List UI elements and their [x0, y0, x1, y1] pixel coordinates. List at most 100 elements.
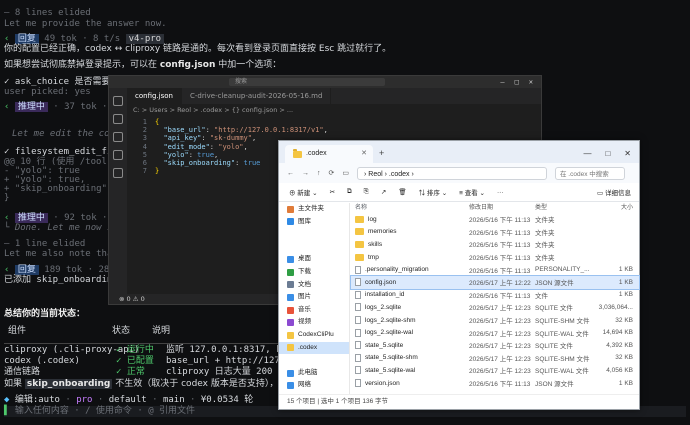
sidebar-item[interactable]: 图片 [279, 291, 349, 304]
sidebar-item[interactable]: 视频 [279, 316, 349, 329]
col-date[interactable]: 修改日期 [469, 203, 535, 213]
file-icon [355, 278, 361, 287]
line-number: 1 [142, 118, 147, 126]
file-row[interactable]: installation_id 2026/5/16 下午 11:13 文件 1 KB [351, 289, 639, 302]
reply-tag: 回复 [14, 34, 39, 44]
sidebar-item[interactable]: 桌面 [279, 253, 349, 266]
explorer-tab[interactable]: .codex ✕ [285, 145, 373, 163]
cell: ✓ 运行中 [116, 345, 154, 355]
sidebar-item[interactable]: 图库 [279, 216, 349, 229]
back-icon[interactable]: ← [287, 170, 294, 177]
file-row[interactable]: state_5.sqlite-wal 2026/5/17 上午 12:23 SQLI… [351, 364, 639, 377]
footnote-b: 不生效（取决于 codex 版本是否支持），老办法 [115, 379, 306, 389]
paste-icon[interactable]: ⎘ [364, 188, 369, 196]
sidebar-item[interactable]: 音乐 [279, 304, 349, 317]
sidebar-item[interactable]: 此电脑 [279, 367, 349, 380]
minimize-icon[interactable]: — [500, 78, 504, 86]
close-icon[interactable]: ✕ [529, 78, 533, 86]
file-name: state_5.sqlite-shm [351, 353, 469, 362]
col-type[interactable]: 类型 [535, 203, 597, 213]
copy-icon[interactable]: ⧉ [347, 188, 352, 196]
share-icon[interactable]: ↗ [381, 188, 386, 196]
file-type: SQLITE-WAL 文件 [535, 368, 589, 376]
new-tab-icon[interactable]: + [379, 148, 384, 163]
more-button[interactable]: ··· [497, 189, 504, 196]
tab-config-json[interactable]: config.json [127, 88, 182, 104]
file-row[interactable]: logs_2.sqlite 2026/5/17 上午 12:23 SQLITE 文件… [351, 301, 639, 314]
pc-icon[interactable]: ▭ [342, 169, 349, 177]
sidebar-item[interactable]: CodexCliPlu [279, 329, 349, 342]
col-name[interactable]: 名称 [351, 203, 469, 213]
mode: 编辑:auto [14, 395, 60, 405]
file-row[interactable]: skills 2026/5/16 下午 11:13 文件夹 [351, 238, 639, 251]
file-row[interactable]: tmp 2026/5/16 下午 11:13 文件夹 [351, 251, 639, 264]
sidebar-icon [287, 256, 294, 264]
file-type: 文件夹 [535, 255, 555, 263]
input-placeholder[interactable]: 输入任何内容 · / 使用命令 · @ 引用文件 [15, 406, 195, 416]
extensions-icon[interactable] [113, 168, 123, 178]
sidebar-icon [287, 205, 294, 213]
breadcrumb[interactable]: C: > Users > Reol > .codex > {} config.j… [133, 106, 293, 114]
file-name-text: memories [368, 228, 397, 236]
sort-button[interactable]: ⇅ 排序 ⌄ [419, 187, 448, 197]
explorer-tabbar: .codex ✕ + — □ ✕ [279, 141, 639, 163]
file-row[interactable]: state_5.sqlite 2026/5/17 上午 12:23 SQLITE 文… [351, 339, 639, 352]
summary-title: 总结你的当前状态： [4, 309, 86, 319]
file-row[interactable]: logs_2.sqlite-wal 2026/5/17 上午 12:23 SQLIT… [351, 326, 639, 339]
file-explorer-window[interactable]: .codex ✕ + — □ ✕ ← → ↑ ⟳ ▭ › Reol › .code… [278, 140, 640, 410]
run-icon[interactable] [113, 150, 123, 160]
tab-cleanup-md[interactable]: C-drive-cleanup-audit-2026-05-16.md [182, 88, 332, 104]
json-key: "api_key" [163, 134, 202, 143]
think2-tag: 推理中 [14, 213, 48, 223]
maximize-icon[interactable]: □ [605, 149, 610, 158]
column-headers: 名称 修改日期 类型 大小 [351, 203, 639, 213]
path-field[interactable]: › Reol › .codex › [357, 166, 547, 180]
line-number: 6 [142, 159, 147, 168]
json-value: "yolo" [218, 142, 244, 151]
view-button[interactable]: ≡ 查看 ⌄ [459, 187, 485, 197]
forward-icon[interactable]: → [302, 170, 309, 177]
file-row[interactable]: config.json 2026/5/17 上午 12:22 JSON 源文件 1 K… [350, 275, 640, 290]
json-key: "yolo" [163, 150, 189, 159]
sidebar-item[interactable]: .codex [279, 341, 349, 355]
details-button[interactable]: ▭ 详细信息 [597, 187, 639, 197]
sidebar-item [279, 241, 349, 254]
vscode-search[interactable]: 搜索 [229, 78, 385, 86]
maximize-icon[interactable]: □ [515, 78, 519, 86]
file-type: 文件 [535, 292, 548, 300]
sidebar-item[interactable]: 文档 [279, 279, 349, 292]
sidebar-item-label: 桌面 [298, 255, 311, 263]
sidebar-item[interactable]: 主文件夹 [279, 203, 349, 216]
file-row[interactable]: .personality_migration 2026/5/16 下午 11:13… [351, 263, 639, 276]
source-control-icon[interactable] [113, 132, 123, 142]
sidebar-item[interactable]: 网络 [279, 379, 349, 392]
refresh-icon[interactable]: ⟳ [329, 169, 335, 177]
file-name: memories [351, 228, 469, 236]
folder-icon [355, 253, 364, 261]
file-row[interactable]: version.json 2026/5/16 下午 11:13 JSON 源文件 1 … [351, 377, 639, 390]
file-row[interactable]: logs_2.sqlite-shm 2026/5/17 上午 12:23 SQLIT… [351, 314, 639, 327]
up-icon[interactable]: ↑ [317, 170, 321, 177]
cut-icon[interactable]: ✂ [330, 188, 335, 196]
sidebar-item-label: 网络 [298, 381, 311, 389]
file-row[interactable]: log 2026/5/16 下午 11:13 文件夹 [351, 213, 639, 226]
delete-icon[interactable]: 🗑 [398, 188, 406, 196]
file-row[interactable]: state_5.sqlite-shm 2026/5/17 上午 12:23 SQLI… [351, 352, 639, 365]
file-icon [355, 290, 361, 299]
file-name-text: installation_id [365, 291, 405, 299]
new-button[interactable]: ⊕ 新建 ⌄ [289, 187, 318, 197]
search-icon[interactable] [113, 114, 123, 124]
provider: pro [76, 395, 93, 405]
search-field[interactable]: 在 .codex 中搜索 [555, 166, 625, 180]
col-size[interactable]: 大小 [597, 203, 633, 213]
close-icon[interactable]: ✕ [624, 149, 631, 158]
file-icon [355, 341, 361, 350]
file-date: 2026/5/16 下午 11:13 [469, 255, 531, 263]
sidebar-item[interactable]: 下载 [279, 266, 349, 279]
file-type: 文件夹 [535, 229, 555, 237]
close-tab-icon[interactable]: ✕ [361, 145, 373, 163]
col-status: 状态 [112, 326, 131, 336]
explorer-icon[interactable] [113, 96, 123, 106]
minimize-icon[interactable]: — [583, 149, 591, 158]
file-row[interactable]: memories 2026/5/16 下午 11:13 文件夹 [351, 226, 639, 239]
